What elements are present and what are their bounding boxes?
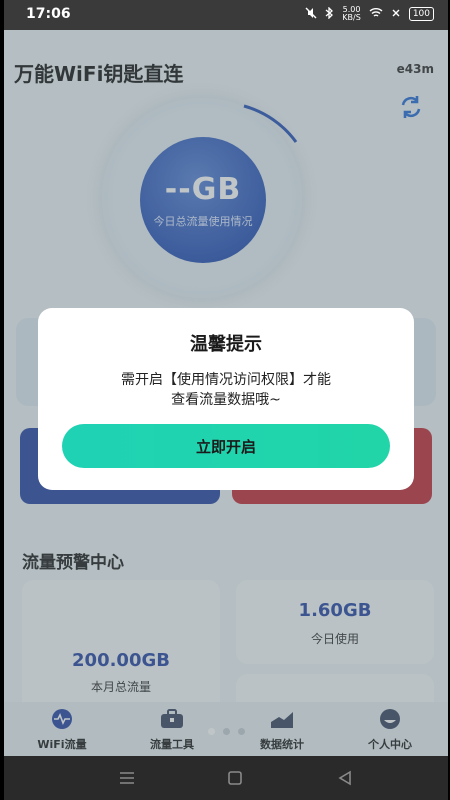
status-time: 17:06 bbox=[26, 6, 71, 22]
menu-icon[interactable] bbox=[116, 768, 138, 788]
dialog-message-line2: 查看流量数据哦~ bbox=[171, 392, 281, 408]
dialog-title: 温馨提示 bbox=[190, 334, 262, 355]
dialog-message: 需开启【使用情况访问权限】才能 查看流量数据哦~ bbox=[78, 370, 374, 410]
battery-indicator: 100 bbox=[408, 7, 434, 21]
status-icons: 5.00 KB/S 100 bbox=[305, 6, 434, 22]
bluetooth-icon bbox=[325, 5, 334, 22]
system-nav-bar bbox=[4, 756, 448, 800]
speed-unit: KB/S bbox=[342, 13, 361, 22]
home-icon[interactable] bbox=[224, 768, 246, 788]
permission-dialog: 温馨提示 需开启【使用情况访问权限】才能 查看流量数据哦~ 立即开启 bbox=[38, 308, 414, 490]
network-speed: 5.00 KB/S bbox=[342, 6, 361, 22]
mute-icon bbox=[305, 7, 317, 22]
enable-now-button[interactable]: 立即开启 bbox=[62, 424, 390, 468]
status-bar: 17:06 5.00 KB/S 100 bbox=[4, 0, 448, 30]
wifi-icon bbox=[369, 7, 383, 21]
app-screen: 17:06 5.00 KB/S 100 万能WiFi钥匙直连 e43m --GB … bbox=[4, 0, 448, 800]
no-signal-icon bbox=[391, 8, 401, 21]
back-icon[interactable] bbox=[334, 768, 356, 788]
dialog-message-line1: 需开启【使用情况访问权限】才能 bbox=[121, 372, 331, 388]
